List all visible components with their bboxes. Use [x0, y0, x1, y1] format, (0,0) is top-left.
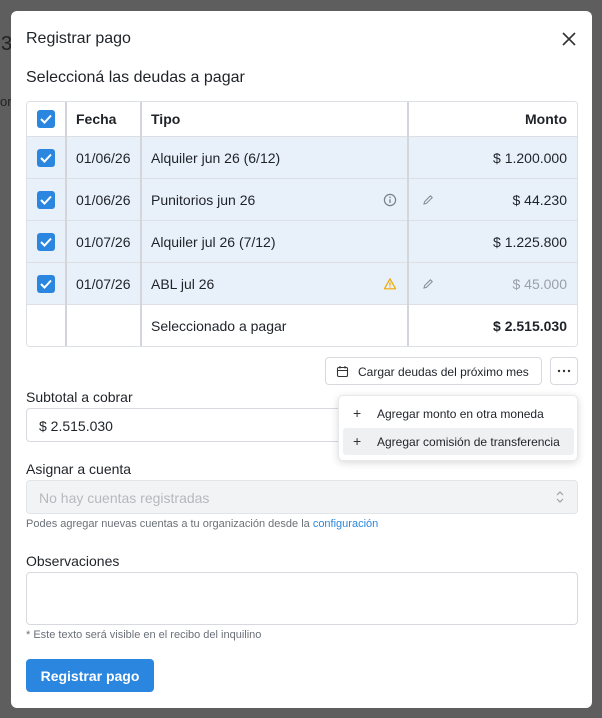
load-next-month-label: Cargar deudas del próximo mes — [358, 365, 529, 379]
row-amount: $ 1.200.000 — [493, 150, 567, 166]
row-checkbox[interactable] — [37, 233, 55, 251]
more-options-menu: + Agregar monto en otra moneda + Agregar… — [338, 395, 578, 461]
divider — [140, 102, 142, 346]
divider — [27, 220, 577, 221]
notes-label: Observaciones — [26, 553, 120, 569]
header-tipo: Tipo — [151, 111, 181, 127]
table-row[interactable]: 01/06/26 Punitorios jun 26 $ 44.230 — [27, 179, 577, 221]
load-next-month-button[interactable]: Cargar deudas del próximo mes — [325, 357, 542, 385]
table-row[interactable]: 01/07/26 Alquiler jul 26 (7/12) $ 1.225.… — [27, 221, 577, 263]
dialog-title: Registrar pago — [26, 30, 131, 47]
row-type: Alquiler jun 26 (6/12) — [151, 150, 281, 166]
row-type: Alquiler jul 26 (7/12) — [151, 234, 276, 250]
table-footer: Seleccionado a pagar $ 2.515.030 — [27, 305, 577, 346]
account-label: Asignar a cuenta — [26, 461, 132, 477]
submit-button[interactable]: Registrar pago — [26, 659, 154, 692]
check-icon — [40, 114, 52, 124]
section-title: Seleccioná las deudas a pagar — [26, 69, 245, 86]
row-date: 01/07/26 — [76, 276, 131, 292]
table-row[interactable]: 01/06/26 Alquiler jun 26 (6/12) $ 1.200.… — [27, 137, 577, 179]
account-placeholder: No hay cuentas registradas — [39, 490, 210, 506]
more-options-button[interactable] — [550, 357, 578, 385]
row-amount: $ 1.225.800 — [493, 234, 567, 250]
info-icon[interactable] — [383, 193, 397, 207]
footer-total: $ 2.515.030 — [493, 318, 567, 334]
close-button[interactable] — [559, 29, 579, 49]
account-select[interactable]: No hay cuentas registradas — [26, 480, 578, 514]
check-icon — [40, 153, 52, 163]
row-amount: $ 44.230 — [512, 192, 568, 208]
backdrop-text: or — [0, 94, 12, 109]
pencil-icon[interactable] — [421, 193, 435, 207]
header-monto: Monto — [525, 111, 567, 127]
row-type: ABL jul 26 — [151, 276, 215, 292]
select-all-checkbox[interactable] — [37, 110, 55, 128]
divider — [27, 262, 577, 263]
account-help: Podes agregar nuevas cuentas a tu organi… — [26, 518, 378, 530]
row-amount: $ 45.000 — [512, 276, 568, 292]
menu-item-label: Agregar comisión de transferencia — [377, 435, 560, 449]
submit-label: Registrar pago — [40, 667, 140, 684]
notes-help: * Este texto será visible en el recibo d… — [26, 629, 262, 641]
warning-icon[interactable] — [383, 277, 397, 291]
divider — [407, 102, 409, 346]
row-date: 01/07/26 — [76, 234, 131, 250]
register-payment-dialog: Registrar pago Seleccioná las deudas a p… — [11, 11, 592, 708]
row-checkbox[interactable] — [37, 275, 55, 293]
check-icon — [40, 279, 52, 289]
menu-item-other-currency[interactable]: + Agregar monto en otra moneda — [343, 400, 574, 427]
row-type: Punitorios jun 26 — [151, 192, 256, 208]
notes-textarea[interactable] — [26, 572, 578, 625]
plus-icon: + — [353, 405, 362, 421]
divider — [27, 304, 577, 305]
ellipsis-icon — [557, 369, 571, 373]
pencil-icon[interactable] — [421, 277, 435, 291]
subtotal-value: $ 2.515.030 — [39, 418, 113, 434]
chevron-up-down-icon — [556, 491, 564, 503]
footer-label: Seleccionado a pagar — [151, 318, 287, 334]
row-checkbox[interactable] — [37, 149, 55, 167]
check-icon — [40, 237, 52, 247]
divider — [27, 178, 577, 179]
row-date: 01/06/26 — [76, 192, 131, 208]
plus-icon: + — [353, 433, 362, 449]
subtotal-label: Subtotal a cobrar — [26, 389, 133, 405]
row-checkbox[interactable] — [37, 191, 55, 209]
debts-table: Fecha Tipo Monto 01/06/26 Alquiler jun 2… — [26, 101, 578, 347]
divider — [65, 102, 67, 346]
header-fecha: Fecha — [76, 111, 117, 127]
menu-item-label: Agregar monto en otra moneda — [377, 407, 544, 421]
table-row[interactable]: 01/07/26 ABL jul 26 $ 45.000 — [27, 263, 577, 305]
close-icon — [562, 32, 576, 46]
calendar-icon — [336, 366, 349, 378]
menu-item-transfer-fee[interactable]: + Agregar comisión de transferencia — [343, 428, 574, 455]
configuration-link[interactable]: configuración — [313, 518, 378, 530]
table-header: Fecha Tipo Monto — [27, 102, 577, 136]
account-help-text: Podes agregar nuevas cuentas a tu organi… — [26, 518, 310, 530]
divider — [27, 136, 577, 137]
check-icon — [40, 195, 52, 205]
row-date: 01/06/26 — [76, 150, 131, 166]
